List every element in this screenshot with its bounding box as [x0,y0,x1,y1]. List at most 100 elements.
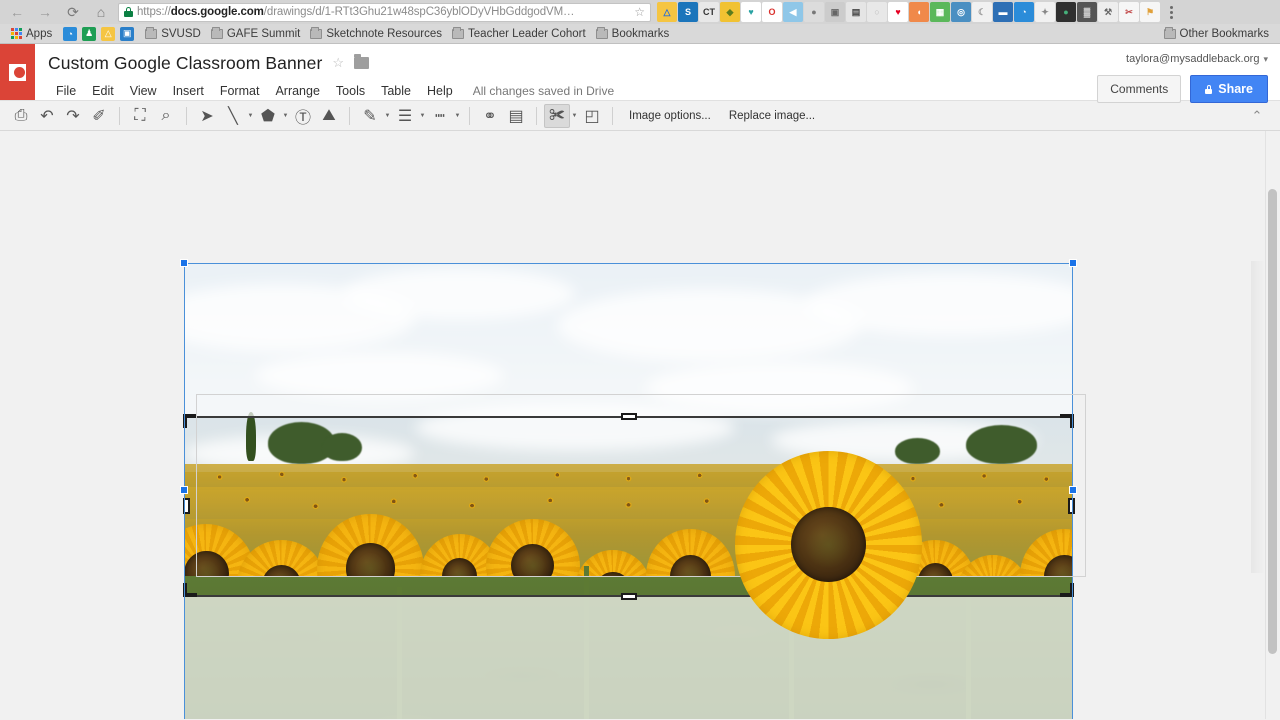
star-document-icon[interactable]: ☆ [332,55,344,71]
extension-gray1[interactable]: ▣ [825,2,845,22]
extension-orange[interactable]: ◖ [909,2,929,22]
share-button[interactable]: Share [1190,75,1268,103]
extension-bird[interactable]: ◀ [783,2,803,22]
extension-dark-ball[interactable]: ● [1056,2,1076,22]
shape-icon[interactable]: ⬟ [255,104,281,128]
extension-drive[interactable]: △ [657,2,677,22]
select-arrow-icon[interactable]: ➤ [194,104,220,128]
line-weight-dropdown-icon[interactable]: ▼ [418,113,427,119]
extension-blue-card[interactable]: ▬ [993,2,1013,22]
line-weight-icon[interactable]: ☰ [392,104,418,128]
menu-view[interactable]: View [122,81,165,101]
crop-image-icon[interactable]: ✀ [544,103,570,128]
other-bookmarks-folder[interactable]: Other Bookmarks [1159,25,1274,43]
document-title[interactable]: Custom Google Classroom Banner [48,53,322,74]
forward-icon[interactable]: → [32,1,58,23]
extension-pin[interactable]: ♥ [741,2,761,22]
image-options-button[interactable]: Image options... [620,106,720,126]
crop-handle-bottom-left[interactable] [183,583,197,597]
crop-handle-top-right[interactable] [1060,414,1074,428]
vertical-scrollbar[interactable] [1265,131,1280,719]
crop-handle-bottom-center[interactable] [621,593,637,600]
canvas-area[interactable] [0,131,1280,719]
insert-image-icon[interactable]: ⛰ [316,104,342,128]
extension-flag[interactable]: ⚑ [1140,2,1160,22]
menu-insert[interactable]: Insert [165,81,212,101]
bookmark-folder-teacher-leader-cohort[interactable]: Teacher Leader Cohort [447,25,591,43]
sunflower-field-photo[interactable] [184,263,1073,719]
comment-icon[interactable]: ▤ [503,104,529,128]
menu-arrange[interactable]: Arrange [267,81,327,101]
extension-pinterest[interactable]: ♥ [888,2,908,22]
bookmark-star-icon[interactable]: ☆ [634,5,645,19]
extension-keep[interactable]: ◆ [720,2,740,22]
bookmark-icon-green-contact[interactable]: ♟ [82,26,97,41]
crop-handle-top-center[interactable] [621,413,637,420]
menu-table[interactable]: Table [373,81,419,101]
collapse-toolbar-icon[interactable]: ⌃ [1242,108,1272,124]
crop-handle-right-middle[interactable] [1068,498,1075,514]
line-dash-icon[interactable]: ┉ [427,104,453,128]
extension-ct[interactable]: CT [699,2,719,22]
print-icon[interactable]: ⎙ [8,104,34,128]
extension-globe[interactable]: ◔ [1014,2,1034,22]
bookmark-icon-blue-globe[interactable]: ◔ [63,26,78,41]
vertical-scroll-thumb[interactable] [1268,189,1277,654]
resize-canvas-icon[interactable]: ⛶ [127,104,153,128]
line-color-icon[interactable]: ✎ [357,104,383,128]
bookmark-folder-sketchnote-resources[interactable]: Sketchnote Resources [305,25,447,43]
extension-clock[interactable]: ● [804,2,824,22]
menu-edit[interactable]: Edit [84,81,122,101]
crop-handle-top-left[interactable] [183,414,197,428]
line-icon[interactable]: ╲ [220,104,246,128]
menu-format[interactable]: Format [212,81,268,101]
undo-icon[interactable]: ↶ [34,104,60,128]
selection-handle-left-middle[interactable] [180,486,188,494]
paint-format-icon[interactable]: ✐ [86,104,112,128]
shape-dropdown-icon[interactable]: ▼ [281,113,290,119]
extension-camera[interactable]: ◎ [951,2,971,22]
extension-screencastify[interactable]: S [678,2,698,22]
address-bar[interactable]: https://docs.google.com/drawings/d/1-RTt… [118,2,651,22]
crop-handle-bottom-right[interactable] [1060,583,1074,597]
line-dash-dropdown-icon[interactable]: ▼ [453,113,462,119]
browser-menu-icon[interactable] [1162,5,1180,19]
drawing-canvas[interactable] [183,263,1075,719]
bookmark-folder-gafe-summit[interactable]: GAFE Summit [206,25,305,43]
comments-button[interactable]: Comments [1097,75,1182,103]
back-icon[interactable]: ← [4,1,30,23]
selection-handle-top-right[interactable] [1069,259,1077,267]
zoom-icon[interactable]: ⌕ [153,104,179,128]
extension-faded[interactable]: ○ [867,2,887,22]
extension-opera[interactable]: O [762,2,782,22]
extension-moon[interactable]: ☾ [972,2,992,22]
extension-grid[interactable]: ▓ [1077,2,1097,22]
drawings-logo[interactable] [0,44,35,100]
menu-help[interactable]: Help [419,81,461,101]
move-to-folder-icon[interactable] [354,54,370,69]
extension-star[interactable]: ✦ [1035,2,1055,22]
bookmark-icon-drive[interactable]: △ [101,26,116,41]
bookmark-icon-photo[interactable]: ▣ [120,26,135,41]
mask-image-icon[interactable]: ◰ [579,104,605,128]
menu-file[interactable]: File [48,81,84,101]
home-icon[interactable]: ⌂ [88,1,114,23]
account-row[interactable]: taylora@mysaddleback.org ▾ [1097,50,1268,68]
selection-handle-top-left[interactable] [180,259,188,267]
selection-handle-right-middle[interactable] [1069,486,1077,494]
menu-tools[interactable]: Tools [328,81,373,101]
extension-green[interactable]: ▦ [930,2,950,22]
extension-doc[interactable]: ▤ [846,2,866,22]
replace-image-button[interactable]: Replace image... [720,106,824,126]
extension-scissors[interactable]: ✂ [1119,2,1139,22]
insert-link-icon[interactable]: ⚭ [477,104,503,128]
bookmark-folder-bookmarks[interactable]: Bookmarks [591,25,675,43]
line-color-dropdown-icon[interactable]: ▼ [383,113,392,119]
extension-tool[interactable]: ⚒ [1098,2,1118,22]
line-dropdown-icon[interactable]: ▼ [246,113,255,119]
bookmark-folder-svusd[interactable]: SVUSD [140,25,206,43]
crop-handle-left-middle[interactable] [183,498,190,514]
crop-image-dropdown-icon[interactable]: ▼ [570,113,579,119]
text-box-icon[interactable]: Ⓣ [290,104,316,128]
reload-icon[interactable]: ⟳ [60,1,86,23]
